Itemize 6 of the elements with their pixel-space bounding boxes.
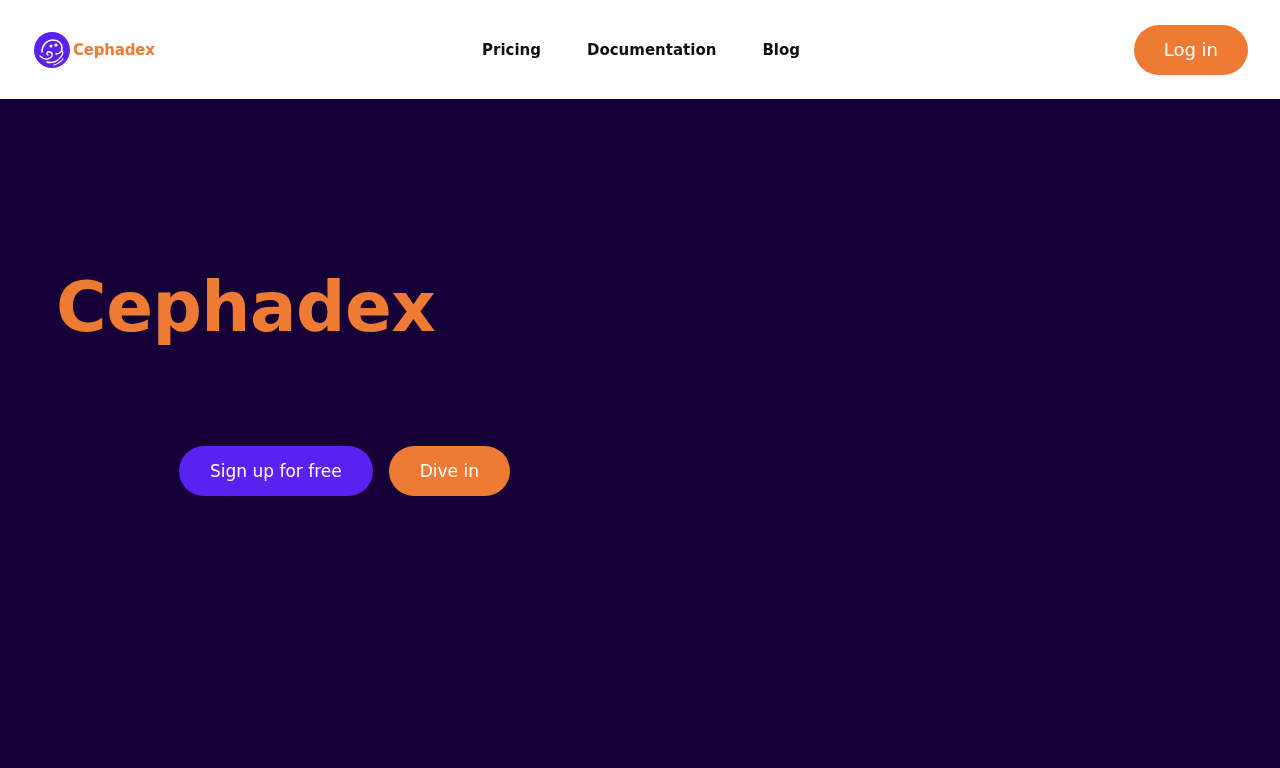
nav-link[interactable]: Documentation [586, 40, 717, 59]
hero-title: Cephadex [56, 267, 436, 347]
nav-link[interactable]: Blog [762, 40, 800, 59]
logo-icon [34, 31, 70, 68]
nav-link[interactable]: Pricing [482, 40, 541, 59]
primary-button[interactable]: Sign up for free [179, 446, 373, 496]
